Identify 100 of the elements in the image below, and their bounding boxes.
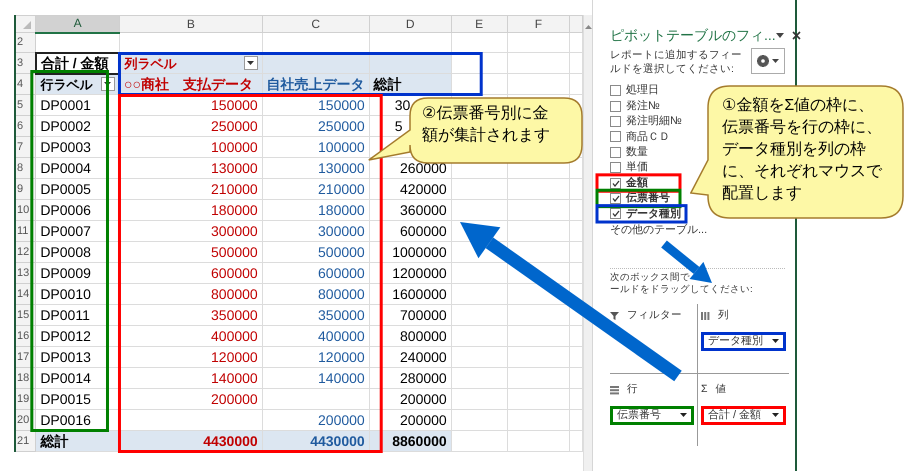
checkbox[interactable] xyxy=(610,131,621,142)
column-header-cell: 自社売上データ xyxy=(262,74,370,94)
rows-icon xyxy=(610,384,619,395)
table-cell: 700000 xyxy=(369,304,452,326)
caret-icon xyxy=(680,413,687,418)
column-header[interactable]: E xyxy=(451,16,508,32)
checkbox[interactable] xyxy=(610,192,621,204)
table-cell: 250000 xyxy=(262,116,370,136)
column-header[interactable]: F xyxy=(507,16,570,32)
column-header[interactable]: B xyxy=(119,16,262,32)
table-cell: 100000 xyxy=(262,136,370,158)
column-labels-header: 列ラベル xyxy=(124,54,176,72)
table-cell: 180000 xyxy=(119,200,262,220)
area-dropdown[interactable]: 合計 / 金額 xyxy=(701,406,786,425)
table-cell: 500000 xyxy=(119,242,262,262)
field-label[interactable]: 単価 xyxy=(626,159,648,176)
settings-button[interactable] xyxy=(751,48,785,74)
caret-icon xyxy=(772,59,779,63)
pane-title: ピボットテーブルのフィ... xyxy=(610,26,776,44)
settings-icon xyxy=(757,55,769,67)
column-header[interactable]: D xyxy=(369,16,452,32)
table-cell: 150000 xyxy=(262,94,370,116)
table-cell: 8860000 xyxy=(369,430,452,452)
caret-icon xyxy=(247,61,254,65)
table-cell: 280000 xyxy=(369,368,452,388)
table-cell: 240000 xyxy=(369,346,452,368)
area-label: フィルター xyxy=(627,308,682,324)
field-label[interactable]: 数量 xyxy=(626,144,648,161)
caret-icon xyxy=(772,413,779,418)
field-label[interactable]: 金額 xyxy=(626,174,648,192)
checkbox[interactable] xyxy=(610,116,621,127)
table-cell: 4430000 xyxy=(262,430,370,452)
row-number[interactable]: 2 xyxy=(15,32,36,52)
area-label: 行 xyxy=(627,382,638,398)
area-label: 値 xyxy=(716,382,726,398)
caret-icon xyxy=(104,82,112,86)
dropdown-icon xyxy=(776,32,784,38)
table-cell: 800000 xyxy=(369,326,452,346)
table-cell: 300000 xyxy=(262,220,370,242)
table-cell: 600000 xyxy=(369,220,452,242)
table-cell: 150000 xyxy=(119,94,262,116)
close-icon xyxy=(792,30,801,40)
table-cell: 400000 xyxy=(262,326,370,346)
table-cell: 1600000 xyxy=(369,284,452,304)
scroll-up-icon xyxy=(584,22,593,31)
table-cell: 140000 xyxy=(119,368,262,388)
table-cell: 210000 xyxy=(262,178,370,200)
more-tables-link[interactable]: その他のテーブル... xyxy=(610,222,708,238)
table-cell: 350000 xyxy=(262,304,370,326)
table-cell: 360000 xyxy=(369,200,452,220)
area-label: 列 xyxy=(718,308,729,324)
table-cell: 130000 xyxy=(119,158,262,178)
table-cell: 1000000 xyxy=(369,242,452,262)
field-label[interactable]: 処理日 xyxy=(626,82,659,99)
table-cell: 600000 xyxy=(119,262,262,284)
filter-button[interactable] xyxy=(244,56,258,70)
checkbox[interactable] xyxy=(610,100,621,112)
table-cell: 300000 xyxy=(119,220,262,242)
instruction-text: レポートに追加するフィールドを選択してください: xyxy=(610,48,743,76)
checkbox[interactable] xyxy=(610,85,621,96)
caret-icon xyxy=(772,339,779,344)
drag-hint-text: ールドをドラッグしてください: xyxy=(610,284,753,296)
sigma-icon: Σ xyxy=(701,382,708,398)
table-cell: 350000 xyxy=(119,304,262,326)
checkbox[interactable] xyxy=(610,178,621,189)
column-header[interactable]: A xyxy=(36,16,120,32)
field-label[interactable]: 発注№ xyxy=(626,98,660,114)
field-label[interactable]: 商品ＣＤ xyxy=(626,128,670,146)
checkbox[interactable] xyxy=(610,162,621,174)
table-cell: 180000 xyxy=(262,200,370,220)
table-cell: 800000 xyxy=(119,284,262,304)
table-cell: 200000 xyxy=(119,388,262,410)
drag-hint-text: 次のボックス間で xyxy=(610,272,690,284)
area-dropdown[interactable]: データ種別 xyxy=(701,332,786,351)
column-header[interactable]: C xyxy=(262,16,370,32)
field-label[interactable]: 発注明細№ xyxy=(626,113,682,130)
table-cell: 800000 xyxy=(262,284,370,304)
area-dropdown[interactable]: 伝票番号 xyxy=(610,406,694,425)
table-cell: 600000 xyxy=(262,262,370,284)
checkbox[interactable] xyxy=(610,208,621,220)
table-cell: 420000 xyxy=(369,178,452,200)
callout-text: ②伝票番号別に金額が集計されます xyxy=(422,104,551,146)
row-number[interactable]: 21 xyxy=(15,430,36,452)
table-cell: 400000 xyxy=(119,326,262,346)
table-cell: 100000 xyxy=(119,136,262,158)
table-cell: 210000 xyxy=(119,178,262,200)
table-cell: 1200000 xyxy=(369,262,452,284)
table-cell: 120000 xyxy=(119,346,262,368)
table-cell: 200000 xyxy=(369,388,452,410)
select-all-icon xyxy=(23,20,32,29)
filter-icon xyxy=(610,310,619,321)
table-cell: 120000 xyxy=(262,346,370,368)
columns-icon xyxy=(701,310,710,321)
table-cell: 500000 xyxy=(262,242,370,262)
checkbox[interactable] xyxy=(610,146,621,158)
field-label[interactable]: データ種別 xyxy=(626,206,681,222)
table-cell: 250000 xyxy=(119,116,262,136)
table-cell: 130000 xyxy=(262,158,370,178)
row-labels-header: 行ラベル xyxy=(40,76,92,94)
table-cell: 140000 xyxy=(262,368,370,388)
